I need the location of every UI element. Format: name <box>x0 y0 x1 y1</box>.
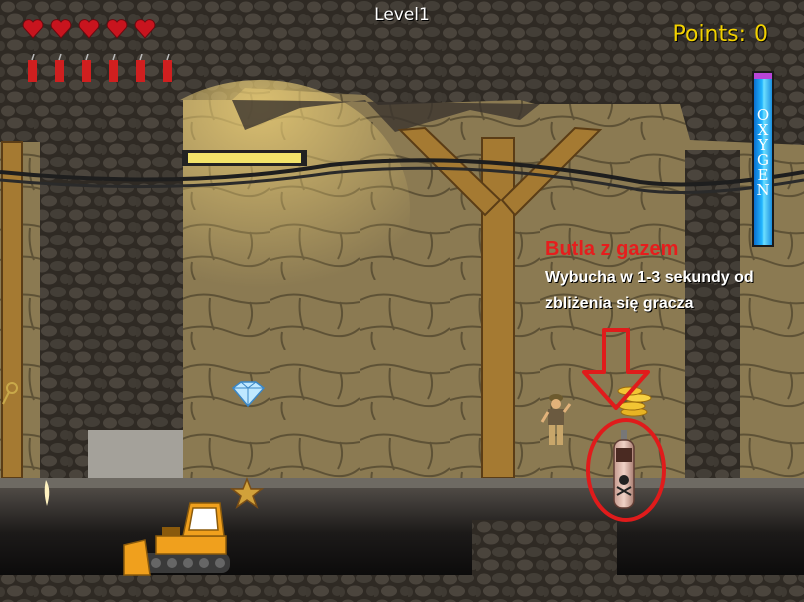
tooltip-title: Butla z gazem <box>545 238 679 260</box>
dynamite-icon <box>55 53 64 82</box>
tooltip-text: Wybucha w 1-3 sekundy od zbliżenia się g… <box>545 265 775 317</box>
ceiling-lamp <box>182 150 307 166</box>
oxygen-label-letter: N <box>756 181 770 199</box>
dynamite-icon <box>109 53 118 82</box>
dynamite-icon <box>136 53 145 82</box>
points-display: Points: 0 <box>673 22 769 47</box>
dynamite-icon <box>163 53 172 82</box>
oxygen-label: OXYGEN <box>752 108 774 198</box>
tunnel-floor <box>0 488 804 578</box>
dynamite-display <box>26 53 178 88</box>
dynamite-icon <box>28 53 37 82</box>
tooltip-line: Wybucha w 1-3 sekundy od <box>545 269 754 286</box>
rock-pillar <box>40 100 183 478</box>
tooltip-line: zbliżenia się gracza <box>545 295 694 312</box>
oxygen-meter-cap <box>752 71 774 79</box>
points-label: Points: <box>672 22 747 47</box>
game-scene[interactable]: Level1 Points: 0 OXYGEN Butla z gazem Wyb… <box>0 0 804 602</box>
points-value: 0 <box>754 22 768 47</box>
dynamite-icon <box>82 53 91 82</box>
